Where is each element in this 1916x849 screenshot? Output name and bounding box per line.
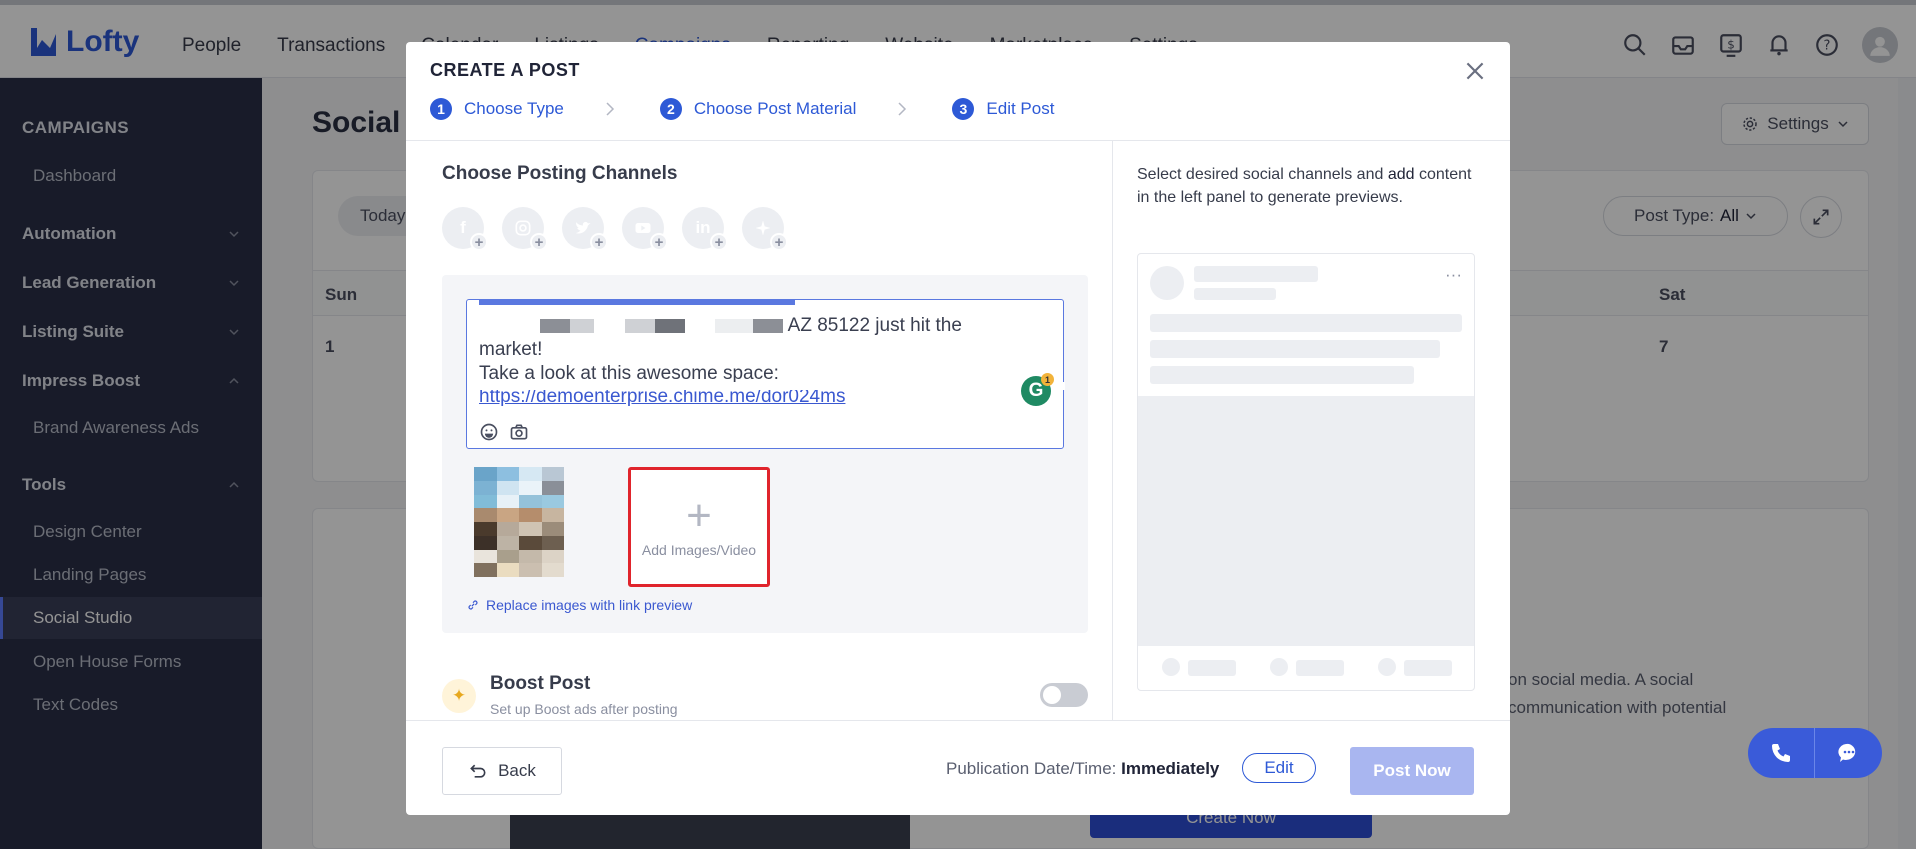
linkedin-channel-button[interactable]: in +	[682, 207, 728, 251]
boost-post-toggle[interactable]	[1040, 683, 1088, 707]
youtube-icon	[635, 223, 651, 233]
preview-instructions: Select desired social channels and add c…	[1137, 163, 1477, 209]
skeleton-action	[1296, 660, 1344, 676]
replace-images-link[interactable]: Replace images with link preview	[466, 597, 692, 613]
publication-label: Publication Date/Time:	[946, 759, 1122, 778]
preview-instructions-emphasis: add	[1387, 166, 1415, 183]
plus-icon: +	[686, 491, 712, 540]
twitter-channel-button[interactable]: +	[562, 207, 608, 251]
post-now-button[interactable]: Post Now	[1350, 747, 1474, 795]
boost-post-title: Boost Post	[490, 673, 591, 694]
post-text: AZ 85122 just hit the market! Take a loo…	[479, 314, 1019, 386]
skeleton-action	[1378, 658, 1396, 676]
chevron-right-icon	[606, 102, 614, 116]
redacted-text	[624, 318, 655, 333]
preview-instructions-text: Select desired social channels and	[1137, 166, 1388, 183]
phone-icon	[1772, 744, 1790, 762]
add-icon: +	[650, 233, 668, 251]
camera-icon[interactable]	[509, 422, 529, 442]
attached-image-thumbnail[interactable]	[474, 467, 564, 577]
post-preview-skeleton: ···	[1137, 253, 1475, 691]
back-button[interactable]: Back	[442, 747, 562, 795]
add-media-label: Add Images/Video	[641, 542, 757, 558]
redacted-text	[753, 318, 784, 333]
redacted-text	[690, 319, 710, 333]
chat-icon	[1837, 743, 1855, 762]
twitter-icon	[575, 221, 591, 234]
phone-button[interactable]	[1748, 728, 1815, 778]
google-business-channel-button[interactable]: +	[742, 207, 788, 251]
sparkle-icon	[755, 220, 771, 236]
youtube-channel-button[interactable]: +	[622, 207, 668, 251]
skeleton-line	[1194, 266, 1318, 282]
channel-list: f + + + + in + +	[442, 207, 788, 251]
step-number: 3	[952, 98, 975, 120]
skeleton-line	[1150, 314, 1462, 332]
editor-overlap-mask	[467, 382, 1065, 390]
skeleton-action	[1404, 660, 1452, 676]
redacted-text	[715, 318, 754, 333]
magic-wand-icon: ✦	[442, 679, 476, 713]
instagram-channel-button[interactable]: +	[502, 207, 548, 251]
redacted-text	[654, 318, 685, 333]
back-label: Back	[498, 761, 536, 780]
publication-datetime: Publication Date/Time: Immediately	[946, 759, 1219, 779]
post-editor-pane: Choose Posting Channels f + + + + in + + A…	[406, 141, 1112, 720]
modal-footer: Back Publication Date/Time: Immediately …	[406, 720, 1510, 815]
link-icon	[468, 600, 478, 610]
more-options-icon: ···	[1445, 265, 1462, 284]
preview-pane: Select desired social channels and add c…	[1113, 141, 1510, 720]
skeleton-line	[1150, 366, 1414, 384]
redacted-text	[540, 318, 571, 333]
skeleton-action	[1188, 660, 1236, 676]
replace-images-label: Replace images with link preview	[486, 597, 693, 613]
add-icon: +	[530, 233, 548, 251]
post-text-segment: Take a look at this awesome space:	[479, 363, 779, 384]
create-post-modal: CREATE A POST 1 Choose Type 2 Choose Pos…	[406, 42, 1510, 815]
modal-title: CREATE A POST	[430, 60, 580, 80]
add-icon: +	[470, 233, 488, 251]
facebook-channel-button[interactable]: f +	[442, 207, 488, 251]
post-content-box: AZ 85122 just hit the market! Take a loo…	[442, 275, 1088, 633]
skeleton-avatar	[1150, 266, 1184, 300]
redacted-text	[570, 318, 595, 333]
back-arrow-icon	[470, 764, 486, 778]
post-text-segment: AZ 85122 just hit the	[787, 315, 962, 336]
post-text-segment: market!	[479, 339, 543, 360]
add-icon: +	[710, 233, 728, 251]
publication-value: Immediately	[1121, 759, 1220, 778]
redacted-text	[600, 319, 620, 333]
post-text-input[interactable]: AZ 85122 just hit the market! Take a loo…	[466, 299, 1065, 449]
step-number: 2	[659, 98, 682, 120]
grammarly-icon[interactable]: G1	[1021, 373, 1054, 406]
linkedin-icon: in	[695, 218, 711, 237]
skeleton-action	[1162, 658, 1180, 676]
add-images-video-button[interactable]: + Add Images/Video	[628, 467, 770, 587]
skeleton-line	[1150, 340, 1440, 358]
instagram-icon	[515, 220, 531, 236]
redacted-text	[479, 319, 535, 333]
skeleton-action	[1270, 658, 1288, 676]
step-edit-post[interactable]: Edit Post	[986, 99, 1054, 119]
boost-post-subtitle: Set up Boost ads after posting	[490, 701, 678, 717]
contact-fab	[1748, 728, 1882, 778]
step-choose-post-material[interactable]: Choose Post Material	[694, 99, 857, 119]
add-icon: +	[770, 233, 788, 251]
channels-title: Choose Posting Channels	[442, 163, 678, 184]
skeleton-line	[1194, 288, 1276, 300]
chat-button[interactable]	[1815, 728, 1882, 778]
stepper: 1 Choose Type 2 Choose Post Material 3 E…	[430, 98, 1054, 120]
skeleton-image	[1138, 396, 1474, 646]
editor-progress-bar	[479, 300, 795, 305]
step-number: 1	[430, 98, 452, 120]
chevron-right-icon	[898, 102, 907, 116]
close-icon[interactable]	[1462, 58, 1488, 84]
emoji-icon[interactable]	[479, 422, 499, 442]
editor-toolbar	[479, 422, 529, 442]
grammarly-count: 1	[1041, 373, 1054, 386]
edit-publication-button[interactable]: Edit	[1242, 753, 1316, 783]
step-choose-type[interactable]: Choose Type	[464, 99, 564, 119]
facebook-icon: f	[460, 218, 466, 237]
add-icon: +	[590, 233, 608, 251]
